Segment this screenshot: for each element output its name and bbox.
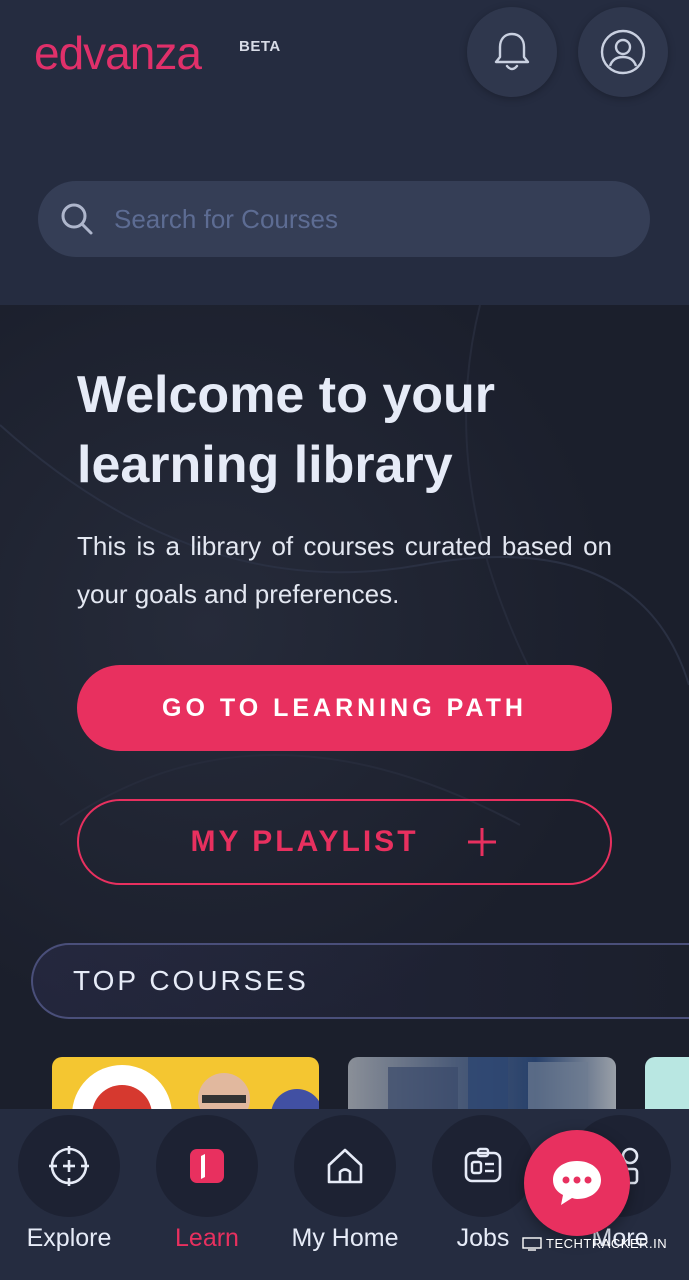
app-logo[interactable]: edvanza	[34, 28, 202, 78]
my-playlist-label: MY PLAYLIST	[190, 825, 419, 858]
course-card[interactable]	[645, 1057, 689, 1117]
chat-button[interactable]	[524, 1130, 630, 1236]
nav-learn-label: Learn	[175, 1224, 239, 1252]
home-icon	[327, 1148, 363, 1184]
watermark-text: TECHTRACKER.IN	[546, 1236, 668, 1251]
course-thumbnail	[388, 1057, 588, 1117]
monitor-icon	[522, 1236, 542, 1251]
notifications-button[interactable]	[467, 7, 557, 97]
id-badge-icon	[464, 1147, 502, 1183]
beta-badge: BETA	[239, 38, 281, 55]
nav-explore-label: Explore	[26, 1224, 112, 1252]
bell-icon	[494, 32, 530, 71]
course-card[interactable]	[52, 1057, 319, 1117]
course-card[interactable]	[348, 1057, 616, 1117]
nav-learn-circle	[156, 1115, 258, 1217]
search-icon[interactable]	[60, 202, 94, 236]
go-to-learning-path-button[interactable]: GO TO LEARNING PATH	[77, 665, 612, 751]
profile-button[interactable]	[578, 7, 668, 97]
nav-my-home[interactable]: My Home	[276, 1109, 414, 1280]
top-courses-label: TOP COURSES	[73, 965, 309, 996]
nav-my-home-label: My Home	[291, 1224, 399, 1252]
watermark: TECHTRACKER.IN	[522, 1236, 667, 1251]
nav-learn[interactable]: Learn	[138, 1109, 276, 1280]
nav-my-home-circle	[294, 1115, 396, 1217]
hero-title: Welcome to your learning library	[77, 366, 496, 494]
compass-icon	[49, 1146, 89, 1186]
top-courses-header: TOP COURSES	[31, 943, 689, 1019]
hero-description: This is a library of courses curated bas…	[77, 531, 612, 609]
go-to-learning-path-label: GO TO LEARNING PATH	[162, 693, 527, 722]
my-playlist-button[interactable]: MY PLAYLIST	[77, 799, 612, 885]
nav-explore[interactable]: Explore	[0, 1109, 138, 1280]
search-input[interactable]	[114, 189, 650, 249]
user-circle-icon	[600, 29, 646, 75]
nav-jobs-circle	[432, 1115, 534, 1217]
plus-icon	[465, 825, 499, 859]
book-icon	[190, 1149, 224, 1183]
chat-bubble-icon	[553, 1161, 601, 1205]
top-header: edvanza BETA	[0, 0, 689, 305]
course-thumbnail	[72, 1065, 319, 1117]
nav-explore-circle	[18, 1115, 120, 1217]
search-bar[interactable]	[38, 181, 650, 257]
